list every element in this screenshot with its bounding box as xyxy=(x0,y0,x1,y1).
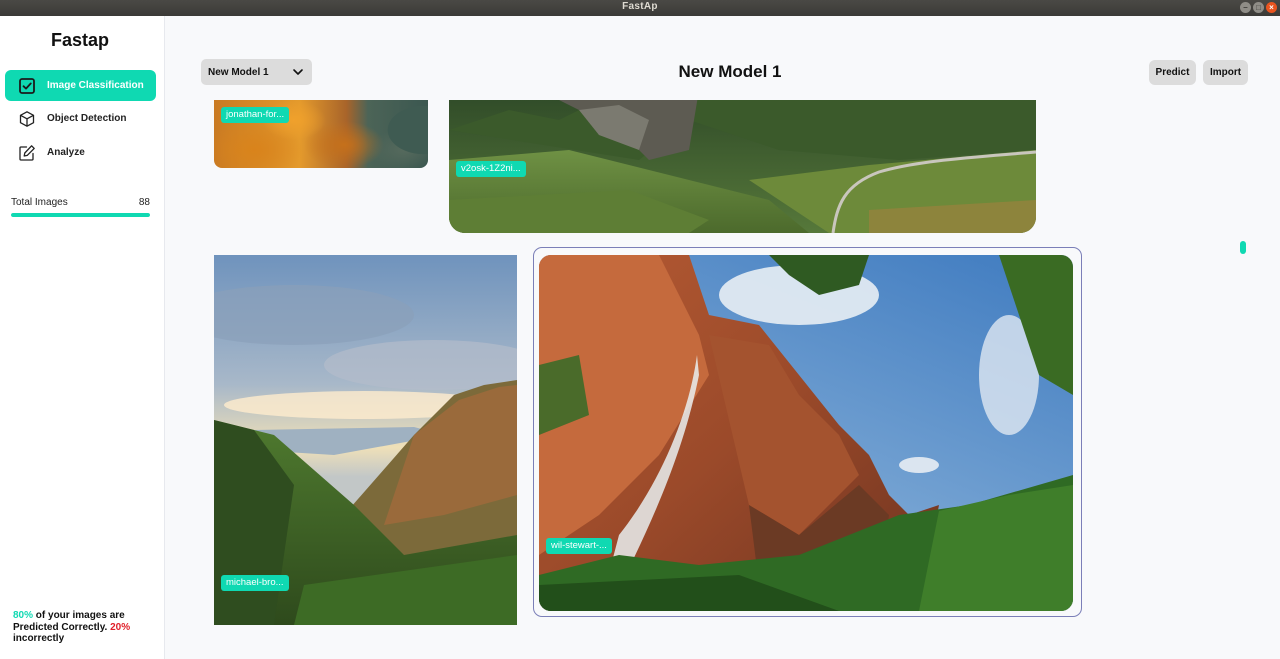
chevron-down-icon xyxy=(293,69,303,75)
image-label: wil-stewart-... xyxy=(546,538,612,554)
image-label: michael-bro... xyxy=(221,575,289,591)
incorrect-text: incorrectly xyxy=(13,633,65,644)
valley-road-image xyxy=(449,100,1036,233)
scrollbar-thumb[interactable] xyxy=(1240,241,1246,254)
sidebar-item-label: Analyze xyxy=(47,147,85,158)
incorrect-percentage: 20% xyxy=(110,621,131,633)
image-grid: jonathan-for... v2osk-1Z2ni... michael-b… xyxy=(165,100,1280,659)
minimize-button[interactable]: – xyxy=(1240,2,1251,13)
page-title: New Model 1 xyxy=(678,62,782,81)
canyon-waterfall-image xyxy=(539,255,1073,611)
sidebar-item-label: Object Detection xyxy=(47,113,127,124)
window-title: FastAp xyxy=(622,1,658,12)
accuracy-summary: 80% of your images are Predicted Correct… xyxy=(13,610,153,645)
total-images-progress xyxy=(11,213,150,217)
model-select[interactable]: New Model 1 xyxy=(201,59,312,85)
sidebar: Fastap Image Classification Object Detec… xyxy=(0,16,165,659)
mountain-valley-image xyxy=(214,255,517,625)
total-images-row: Total Images 88 xyxy=(11,197,150,208)
cube-icon xyxy=(19,110,35,127)
sidebar-item-object-detection[interactable]: Object Detection xyxy=(5,103,156,134)
close-button[interactable]: × xyxy=(1266,2,1277,13)
total-images-count: 88 xyxy=(138,197,150,208)
checkbox-icon xyxy=(19,77,35,94)
window-titlebar: FastAp – □ × xyxy=(0,0,1280,16)
total-images-progress-fill xyxy=(11,213,150,217)
image-label: v2osk-1Z2ni... xyxy=(456,161,526,177)
correct-percentage: 80% xyxy=(13,610,34,621)
total-images-label: Total Images xyxy=(11,197,68,208)
image-card[interactable]: michael-bro... xyxy=(214,255,517,625)
import-button[interactable]: Import xyxy=(1203,60,1248,85)
image-card[interactable]: jonathan-for... xyxy=(214,100,428,168)
edit-icon xyxy=(19,144,35,161)
sidebar-item-label: Image Classification xyxy=(47,80,144,91)
sidebar-item-image-classification[interactable]: Image Classification xyxy=(5,70,156,101)
model-select-value: New Model 1 xyxy=(208,66,269,78)
image-card-selected[interactable]: wil-stewart-... xyxy=(539,255,1073,611)
maximize-button[interactable]: □ xyxy=(1253,2,1264,13)
sidebar-item-analyze[interactable]: Analyze xyxy=(5,137,156,168)
image-card[interactable]: v2osk-1Z2ni... xyxy=(449,100,1036,233)
main-content: New Model 1 New Model 1 Predict Import j… xyxy=(165,16,1280,659)
brand-title: Fastap xyxy=(50,30,110,50)
predict-button[interactable]: Predict xyxy=(1149,60,1196,85)
image-label: jonathan-for... xyxy=(221,107,290,123)
